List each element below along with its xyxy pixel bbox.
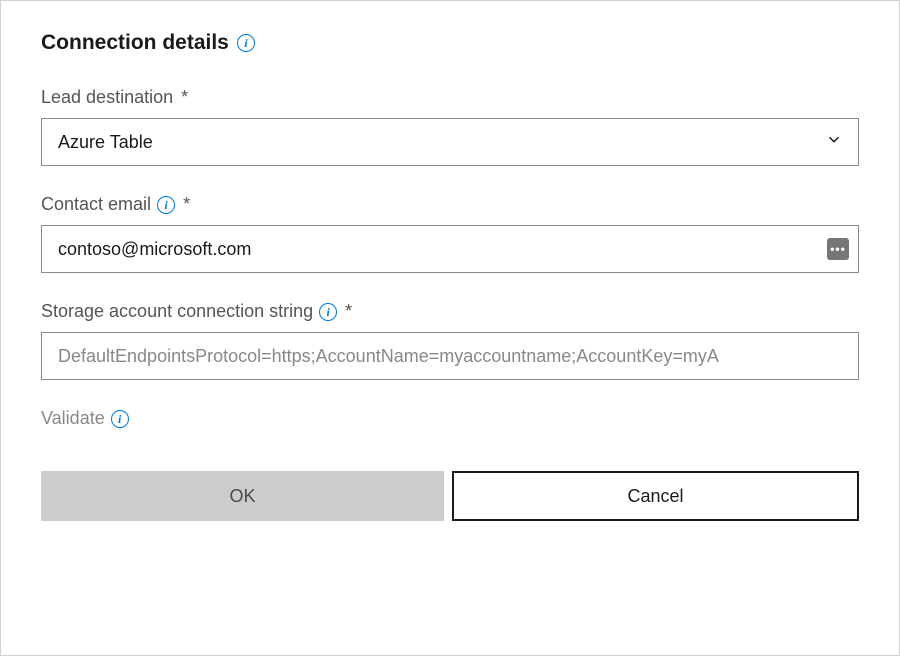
ok-button[interactable]: OK — [41, 471, 444, 521]
ellipsis-icon[interactable]: ••• — [827, 238, 849, 260]
contact-email-input-wrap: ••• — [41, 225, 859, 273]
contact-email-input[interactable] — [41, 225, 859, 273]
required-mark: * — [345, 301, 352, 322]
connection-details-panel: Connection details i Lead destination * … — [0, 0, 900, 656]
required-mark: * — [183, 194, 190, 215]
connection-string-label: Storage account connection string i * — [41, 301, 859, 322]
info-icon[interactable]: i — [157, 196, 175, 214]
label-text: Lead destination — [41, 87, 173, 108]
connection-string-input-wrap — [41, 332, 859, 380]
label-text: Contact email — [41, 194, 151, 215]
button-row: OK Cancel — [41, 471, 859, 521]
lead-destination-value[interactable]: Azure Table — [41, 118, 859, 166]
panel-title: Connection details — [41, 31, 229, 55]
info-icon[interactable]: i — [111, 410, 129, 428]
connection-string-input[interactable] — [41, 332, 859, 380]
contact-email-label: Contact email i * — [41, 194, 859, 215]
contact-email-group: Contact email i * ••• — [41, 194, 859, 273]
info-icon[interactable]: i — [319, 303, 337, 321]
connection-string-group: Storage account connection string i * — [41, 301, 859, 380]
lead-destination-label: Lead destination * — [41, 87, 859, 108]
validate-link[interactable]: Validate i — [41, 408, 859, 429]
info-icon[interactable]: i — [237, 34, 255, 52]
lead-destination-group: Lead destination * Azure Table — [41, 87, 859, 166]
validate-label: Validate — [41, 408, 105, 429]
label-text: Storage account connection string — [41, 301, 313, 322]
lead-destination-select[interactable]: Azure Table — [41, 118, 859, 166]
required-mark: * — [181, 87, 188, 108]
cancel-button[interactable]: Cancel — [452, 471, 859, 521]
panel-header: Connection details i — [41, 31, 859, 55]
